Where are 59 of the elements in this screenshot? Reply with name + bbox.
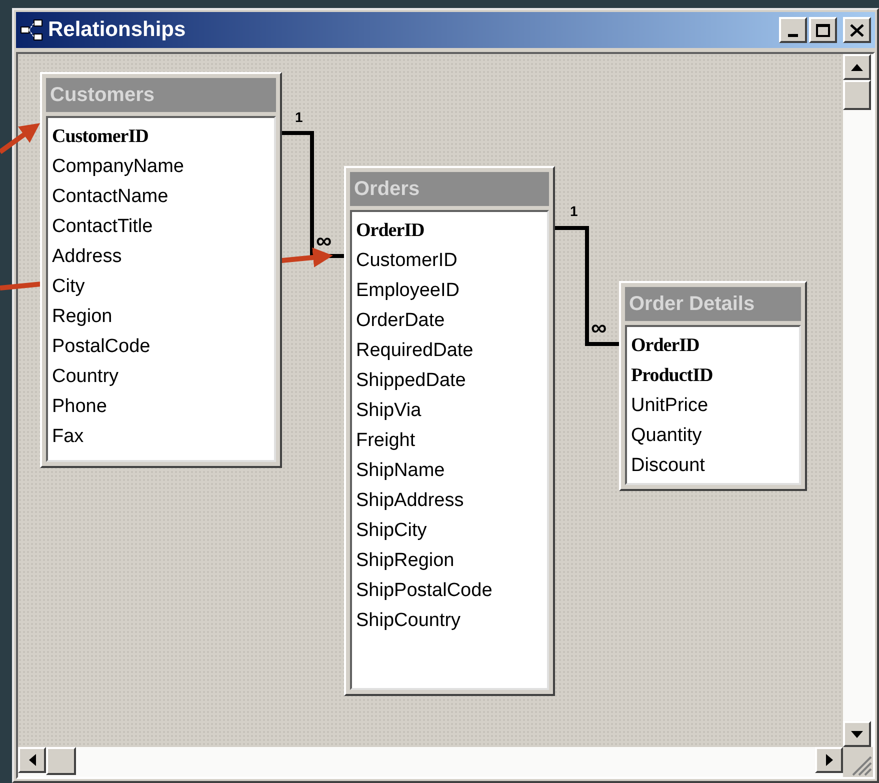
field-name[interactable]: RequiredDate <box>356 336 547 366</box>
field-name[interactable]: ShippedDate <box>356 366 547 396</box>
field-name[interactable]: ShipName <box>356 456 547 486</box>
left-arrow-icon <box>28 754 36 766</box>
window-title: Relationships <box>48 17 186 44</box>
table-window[interactable]: Order Details OrderID ProductID UnitPrice Quantity Discount <box>619 281 807 491</box>
close-icon <box>850 24 864 36</box>
horizontal-scrollbar[interactable] <box>18 747 843 777</box>
scroll-left-button[interactable] <box>18 747 46 773</box>
relationships-icon <box>20 19 44 41</box>
table-window[interactable]: Customers CustomerID CompanyName ContactName ContactTitle Address City Region PostalCode Country Phone Fax <box>40 72 282 468</box>
field-name[interactable]: Quantity <box>631 421 799 451</box>
field-name[interactable]: CustomerID <box>52 122 274 152</box>
scroll-down-button[interactable] <box>843 721 871 747</box>
scroll-right-button[interactable] <box>815 747 843 773</box>
field-name[interactable]: Country <box>52 362 274 392</box>
field-name[interactable]: ShipPostalCode <box>356 576 547 606</box>
minimize-button[interactable] <box>779 17 807 43</box>
field-name[interactable]: Region <box>52 302 274 332</box>
scroll-thumb[interactable] <box>46 747 76 775</box>
field-name[interactable]: Address <box>52 242 274 272</box>
vertical-scrollbar[interactable] <box>843 54 873 747</box>
annotation-arrow <box>0 123 40 154</box>
field-name[interactable]: ProductID <box>631 361 799 391</box>
scroll-up-button[interactable] <box>843 54 871 80</box>
down-arrow-icon <box>851 730 863 738</box>
many-label: ∞ <box>591 317 607 339</box>
field-name[interactable]: PostalCode <box>52 332 274 362</box>
field-name[interactable]: ContactName <box>52 182 274 212</box>
table-title: Order Details <box>625 287 801 321</box>
field-name[interactable]: ShipCity <box>356 516 547 546</box>
field-name[interactable]: ShipCountry <box>356 606 547 636</box>
field-name[interactable]: ShipAddress <box>356 486 547 516</box>
field-name[interactable]: ContactTitle <box>52 212 274 242</box>
close-button[interactable] <box>843 17 871 43</box>
one-label: 1 <box>295 110 303 124</box>
table-window[interactable]: Orders OrderID CustomerID EmployeeID OrderDate RequiredDate ShippedDate ShipVia Freight ShipName ShipAddress ShipCity ShipRegion ShipPostalCode ShipCountry <box>344 166 555 696</box>
field-name[interactable]: OrderID <box>356 216 547 246</box>
one-label: 1 <box>570 204 578 218</box>
table-title: Orders <box>350 172 549 206</box>
right-arrow-icon <box>826 754 832 766</box>
maximize-button[interactable] <box>809 17 837 43</box>
field-name[interactable]: Freight <box>356 426 547 456</box>
many-label: ∞ <box>316 230 332 252</box>
field-name[interactable]: ShipRegion <box>356 546 547 576</box>
up-arrow-icon <box>851 64 863 70</box>
field-name[interactable]: CustomerID <box>356 246 547 276</box>
field-name[interactable]: UnitPrice <box>631 391 799 421</box>
field-name[interactable]: Discount <box>631 451 799 481</box>
table-title: Customers <box>46 78 276 112</box>
field-name[interactable]: City <box>52 272 274 302</box>
field-name[interactable]: Phone <box>52 392 274 422</box>
field-name[interactable]: ShipVia <box>356 396 547 426</box>
field-name[interactable]: EmployeeID <box>356 276 547 306</box>
field-name[interactable]: OrderID <box>631 331 799 361</box>
field-name[interactable]: Fax <box>52 422 274 452</box>
field-name[interactable]: OrderDate <box>356 306 547 336</box>
field-name[interactable]: CompanyName <box>52 152 274 182</box>
scroll-thumb[interactable] <box>843 80 871 110</box>
